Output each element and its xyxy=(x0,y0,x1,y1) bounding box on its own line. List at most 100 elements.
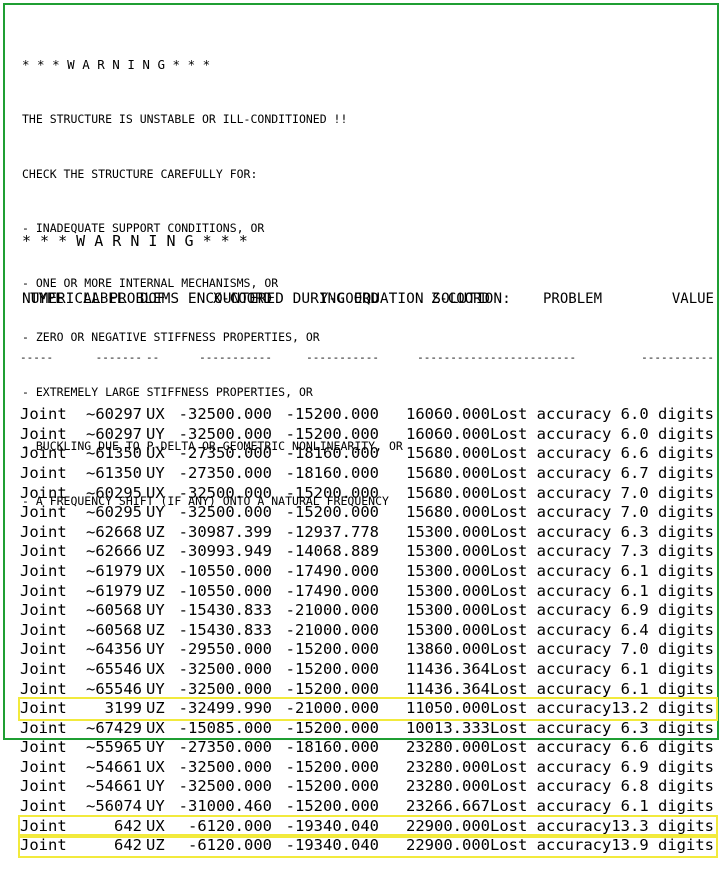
cell-label: 642 xyxy=(114,816,142,835)
header-y-coord: Y-COORD xyxy=(319,291,379,307)
cell-value: 6.1 digits xyxy=(620,797,714,816)
cell-value: 7.0 digits xyxy=(620,483,714,502)
table-row: Joint ~65546 UX -32500.000 -15200.000 11436.3… xyxy=(20,660,716,680)
cell-problem: Lost accuracy xyxy=(490,444,612,463)
cell-dof: UX xyxy=(146,757,165,776)
cell-y-coord: -15200.000 xyxy=(285,659,379,678)
cell-z-coord: 15300.000 xyxy=(406,542,490,561)
header-x-coord: X-COORD xyxy=(212,291,272,307)
cell-y-coord: -15200.000 xyxy=(285,679,379,698)
cell-y-coord: -18160.000 xyxy=(285,444,379,463)
cell-dof: UX xyxy=(146,816,165,835)
cell-value: 6.7 digits xyxy=(620,463,714,482)
cell-problem: Lost accuracy xyxy=(490,738,612,757)
cell-z-coord: 15680.000 xyxy=(406,503,490,522)
header-value: VALUE xyxy=(671,291,714,307)
cell-x-coord: -32499.990 xyxy=(178,699,272,718)
cell-y-coord: -15200.000 xyxy=(285,757,379,776)
cell-z-coord: 23280.000 xyxy=(406,738,490,757)
cell-label: ~56074 xyxy=(86,797,142,816)
cell-label: ~60568 xyxy=(86,620,142,639)
cell-value: 6.9 digits xyxy=(620,757,714,776)
cell-x-coord: -10550.000 xyxy=(178,581,272,600)
cell-z-coord: 16060.000 xyxy=(406,424,490,443)
cell-y-coord: -17490.000 xyxy=(285,581,379,600)
cell-problem: Lost accuracy xyxy=(490,424,612,443)
cell-dof: UX xyxy=(146,659,165,678)
table-row: Joint ~61979 UZ -10550.000 -17490.000 15300.0… xyxy=(20,582,716,602)
cell-type: Joint xyxy=(20,797,67,816)
cell-type: Joint xyxy=(20,620,67,639)
cell-type: Joint xyxy=(20,640,67,659)
cell-y-coord: -15200.000 xyxy=(285,640,379,659)
cell-dof: UY xyxy=(146,738,165,757)
cell-label: ~61979 xyxy=(86,581,142,600)
cell-label: ~54661 xyxy=(86,777,142,796)
cell-y-coord: -19340.040 xyxy=(285,836,379,855)
cell-type: Joint xyxy=(20,679,67,698)
cell-value: 6.1 digits xyxy=(620,679,714,698)
cell-value: 7.3 digits xyxy=(620,542,714,561)
cell-x-coord: -32500.000 xyxy=(178,503,272,522)
cell-dof: UY xyxy=(146,640,165,659)
cell-label: ~67429 xyxy=(86,718,142,737)
cell-z-coord: 15300.000 xyxy=(406,561,490,580)
cell-dof: UY xyxy=(146,503,165,522)
cell-label: ~60568 xyxy=(86,601,142,620)
separator-problem: ------------- xyxy=(490,350,577,364)
cell-z-coord: 23280.000 xyxy=(406,757,490,776)
header-z-coord: Z-COORD xyxy=(430,291,490,307)
cell-z-coord: 15300.000 xyxy=(406,581,490,600)
cell-x-coord: -6120.000 xyxy=(188,836,272,855)
cell-label: ~55965 xyxy=(86,738,142,757)
table-body: Joint ~60297 UX -32500.000 -15200.000 16060.0… xyxy=(18,405,718,858)
cell-z-coord: 23266.667 xyxy=(406,797,490,816)
table-separator: ----- ------- -- ----------- -----------… xyxy=(20,348,716,368)
cell-y-coord: -12937.778 xyxy=(285,522,379,541)
table-row-highlighted: Joint 642 UZ -6120.000 -19340.040 22900.000 Lo… xyxy=(18,834,718,858)
cell-x-coord: -15430.833 xyxy=(178,601,272,620)
cell-z-coord: 10013.333 xyxy=(406,718,490,737)
cell-z-coord: 15680.000 xyxy=(406,483,490,502)
cell-z-coord: 15680.000 xyxy=(406,444,490,463)
cell-problem: Lost accuracy xyxy=(490,816,612,835)
cell-label: 642 xyxy=(114,836,142,855)
cell-x-coord: -15430.833 xyxy=(178,620,272,639)
cell-label: ~54661 xyxy=(86,757,142,776)
cell-label: ~62666 xyxy=(86,542,142,561)
cell-y-coord: -15200.000 xyxy=(285,797,379,816)
cell-problem: Lost accuracy xyxy=(490,757,612,776)
table-row: Joint ~61350 UX -27350.000 -18160.000 15680.0… xyxy=(20,444,716,464)
table-row: Joint ~60568 UY -15430.833 -21000.000 15300.0… xyxy=(20,601,716,621)
table-row: Joint ~62666 UZ -30993.949 -14068.889 15300.0… xyxy=(20,542,716,562)
output-panel: * * * W A R N I N G * * * THE STRUCTURE … xyxy=(3,3,719,858)
cell-problem: Lost accuracy xyxy=(490,640,612,659)
cell-problem: Lost accuracy xyxy=(490,836,612,855)
table-header: TYPE LABEL DOF X-COORD Y-COORD Z-COORD P… xyxy=(20,290,716,310)
separator-type: ----- xyxy=(20,350,54,364)
cell-type: Joint xyxy=(20,777,67,796)
cell-dof: UX xyxy=(146,444,165,463)
table-row: Joint ~64356 UY -29550.000 -15200.000 13860.0… xyxy=(20,640,716,660)
cell-dof: UY xyxy=(146,463,165,482)
table-row: Joint ~60297 UX -32500.000 -15200.000 16060.0… xyxy=(20,405,716,425)
cell-dof: UX xyxy=(146,718,165,737)
cell-value: 6.6 digits xyxy=(620,738,714,757)
cell-problem: Lost accuracy xyxy=(490,777,612,796)
cell-x-coord: -32500.000 xyxy=(178,405,272,424)
cell-value: 7.0 digits xyxy=(620,640,714,659)
cell-y-coord: -17490.000 xyxy=(285,561,379,580)
cell-value: 6.0 digits xyxy=(620,424,714,443)
cell-dof: UZ xyxy=(146,581,165,600)
cell-problem: Lost accuracy xyxy=(490,463,612,482)
table-row: Joint ~65546 UY -32500.000 -15200.000 11436.3… xyxy=(20,680,716,700)
cell-value: 6.0 digits xyxy=(620,405,714,424)
cell-x-coord: -10550.000 xyxy=(178,561,272,580)
cell-problem: Lost accuracy xyxy=(490,797,612,816)
table-row: Joint ~60295 UX -32500.000 -15200.000 15680.0… xyxy=(20,484,716,504)
cell-y-coord: -21000.000 xyxy=(285,601,379,620)
cell-z-coord: 11436.364 xyxy=(406,679,490,698)
cell-z-coord: 22900.000 xyxy=(406,836,490,855)
cell-y-coord: -15200.000 xyxy=(285,483,379,502)
cell-x-coord: -27350.000 xyxy=(178,444,272,463)
